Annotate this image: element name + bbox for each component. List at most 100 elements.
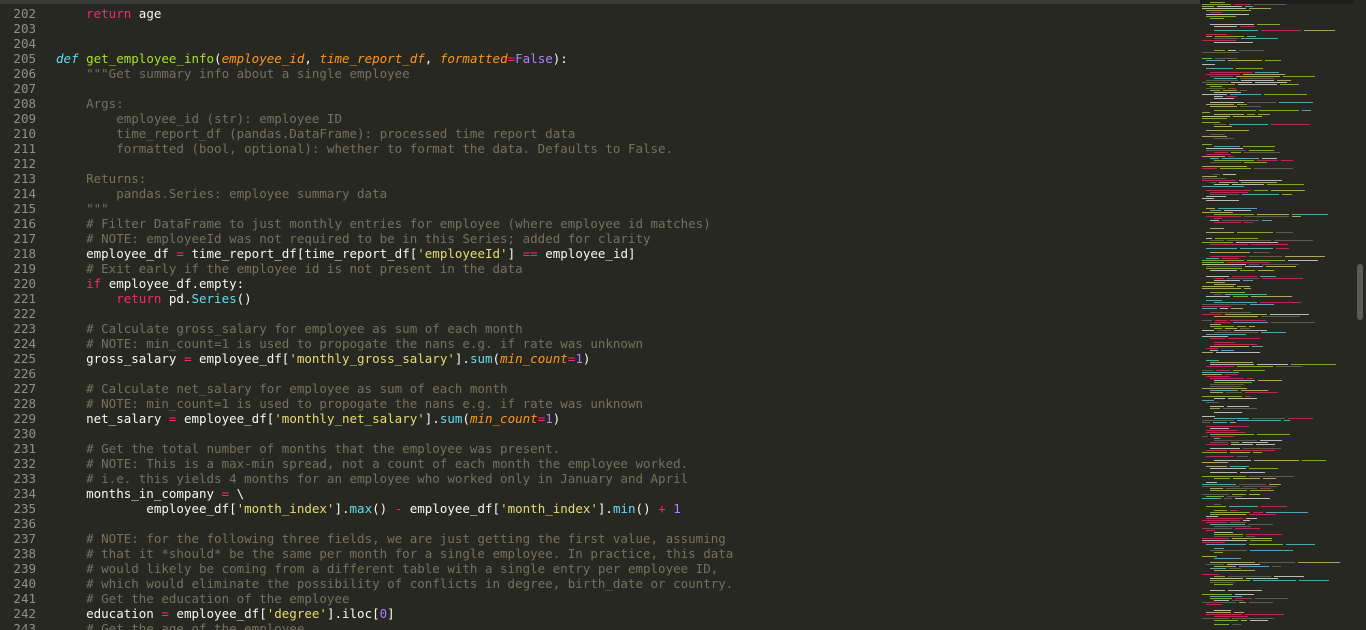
code-line[interactable]: # Get the age of the employee bbox=[56, 621, 304, 630]
minimap-line bbox=[1241, 182, 1277, 183]
minimap-line bbox=[1246, 578, 1278, 579]
code-line[interactable]: gross_salary = employee_df['monthly_gros… bbox=[56, 351, 590, 366]
minimap-line bbox=[1210, 244, 1248, 245]
code-token: # would likely be coming from a differen… bbox=[56, 561, 719, 576]
minimap-line bbox=[1206, 450, 1227, 451]
minimap-line bbox=[1206, 196, 1226, 197]
code-line[interactable]: # Calculate net_salary for employee as s… bbox=[56, 381, 507, 396]
code-token: # NOTE: min_count=1 is used to propogate… bbox=[56, 336, 643, 351]
code-token: # which would eliminate the possibility … bbox=[56, 576, 734, 591]
code-line[interactable]: # NOTE: for the following three fields, … bbox=[56, 531, 726, 546]
minimap-line bbox=[1210, 562, 1255, 563]
minimap-line bbox=[1210, 106, 1237, 107]
code-token: return bbox=[116, 291, 162, 306]
code-line[interactable]: education = employee_df['degree'].iloc[0… bbox=[56, 606, 395, 621]
code-token: ): bbox=[552, 51, 568, 66]
line-number: 223 bbox=[13, 321, 36, 336]
code-line[interactable]: # Exit early if the employee id is not p… bbox=[56, 261, 523, 276]
minimap-line bbox=[1232, 276, 1257, 277]
minimap-line bbox=[1206, 604, 1222, 605]
code-line[interactable]: formatted (bool, optional): whether to f… bbox=[56, 141, 673, 156]
minimap-line bbox=[1246, 518, 1257, 519]
code-line[interactable]: return age bbox=[56, 6, 161, 21]
minimap-line bbox=[1214, 26, 1237, 27]
code-line[interactable]: Returns: bbox=[56, 171, 146, 186]
line-number: 216 bbox=[13, 216, 36, 231]
code-line[interactable]: employee_df['month_index'].max() - emplo… bbox=[56, 501, 680, 516]
minimap-line bbox=[1210, 568, 1226, 569]
code-line[interactable]: # Get the total number of months that th… bbox=[56, 441, 560, 456]
minimap-line bbox=[1214, 504, 1221, 505]
line-number: 232 bbox=[13, 456, 36, 471]
code-line[interactable]: employee_id (str): employee ID bbox=[56, 111, 342, 126]
minimap-line bbox=[1214, 600, 1229, 601]
minimap-line bbox=[1214, 42, 1253, 43]
code-line[interactable]: months_in_company = \ bbox=[56, 486, 244, 501]
code-line[interactable]: return pd.Series() bbox=[56, 291, 251, 306]
code-line[interactable]: # NOTE: min_count=1 is used to propogate… bbox=[56, 336, 643, 351]
minimap-line bbox=[1202, 498, 1221, 499]
code-line[interactable]: Args: bbox=[56, 96, 124, 111]
code-line[interactable]: time_report_df (pandas.DataFrame): proce… bbox=[56, 126, 575, 141]
code-line[interactable]: # Filter DataFrame to just monthly entri… bbox=[56, 216, 711, 231]
minimap-line bbox=[1202, 602, 1236, 603]
minimap-line bbox=[1244, 152, 1280, 153]
minimap-line bbox=[1232, 600, 1243, 601]
code-line[interactable]: # NOTE: min_count=1 is used to propogate… bbox=[56, 396, 643, 411]
minimap-line bbox=[1264, 94, 1307, 95]
minimap-line bbox=[1279, 102, 1313, 103]
code-line[interactable]: # would likely be coming from a differen… bbox=[56, 561, 718, 576]
minimap-line bbox=[1230, 452, 1250, 453]
minimap-line bbox=[1240, 90, 1247, 91]
code-area[interactable]: return age def get_employee_info(employee… bbox=[56, 0, 1196, 630]
code-line[interactable]: pandas.Series: employee summary data bbox=[56, 186, 387, 201]
minimap-line bbox=[1250, 304, 1274, 305]
minimap-line bbox=[1281, 160, 1293, 161]
code-editor[interactable]: 202 203 204 205 206 207 208 209 210 211 212 213 214 2… bbox=[0, 0, 1366, 630]
minimap-line bbox=[1206, 564, 1224, 565]
minimap-line bbox=[1214, 526, 1251, 527]
minimap-line bbox=[1206, 516, 1218, 517]
code-line[interactable]: # NOTE: employeeId was not required to b… bbox=[56, 231, 650, 246]
code-line[interactable]: if employee_df.empty: bbox=[56, 276, 244, 291]
minimap-line bbox=[1244, 162, 1267, 163]
minimap-line bbox=[1202, 212, 1233, 213]
code-line[interactable]: employee_df = time_report_df[time_report… bbox=[56, 246, 635, 261]
minimap-line bbox=[1249, 602, 1273, 603]
code-line[interactable]: """Get summary info about a single emplo… bbox=[56, 66, 410, 81]
minimap-line bbox=[1228, 398, 1257, 399]
line-number: 224 bbox=[13, 336, 36, 351]
minimap-line bbox=[1255, 598, 1288, 599]
code-line[interactable]: def get_employee_info(employee_id, time_… bbox=[56, 51, 568, 66]
minimap-line bbox=[1249, 264, 1259, 265]
minimap-line bbox=[1299, 580, 1329, 581]
code-line[interactable]: # NOTE: This is a max-min spread, not a … bbox=[56, 456, 688, 471]
minimap-line bbox=[1206, 518, 1243, 519]
code-token: pandas.Series: employee summary data bbox=[56, 186, 388, 201]
line-number: 241 bbox=[13, 591, 36, 606]
minimap-line bbox=[1236, 76, 1280, 77]
line-number-gutter[interactable]: 202 203 204 205 206 207 208 209 210 211 212 213 214 2… bbox=[0, 0, 48, 630]
minimap-line bbox=[1228, 338, 1260, 339]
minimap-line bbox=[1210, 182, 1216, 183]
vertical-scrollbar[interactable] bbox=[1354, 0, 1366, 630]
minimap-line bbox=[1261, 316, 1300, 317]
minimap-line bbox=[1304, 30, 1335, 31]
scrollbar-thumb[interactable] bbox=[1357, 264, 1363, 320]
minimap-line bbox=[1253, 252, 1270, 253]
line-number: 237 bbox=[13, 531, 36, 546]
minimap-line bbox=[1206, 432, 1245, 433]
code-line[interactable]: # i.e. this yields 4 months for an emplo… bbox=[56, 471, 688, 486]
minimap[interactable] bbox=[1196, 0, 1354, 630]
code-line[interactable]: """ bbox=[56, 201, 109, 216]
code-line[interactable]: # Calculate gross_salary for employee as… bbox=[56, 321, 523, 336]
minimap-line bbox=[1247, 102, 1276, 103]
code-line[interactable]: # Get the education of the employee bbox=[56, 591, 349, 606]
code-line[interactable]: # which would eliminate the possibility … bbox=[56, 576, 733, 591]
minimap-line bbox=[1233, 296, 1248, 297]
minimap-line bbox=[1210, 228, 1224, 229]
code-line[interactable]: net_salary = employee_df['monthly_net_sa… bbox=[56, 411, 560, 426]
minimap-line bbox=[1229, 506, 1258, 507]
code-line[interactable]: # that it *should* be the same per month… bbox=[56, 546, 733, 561]
